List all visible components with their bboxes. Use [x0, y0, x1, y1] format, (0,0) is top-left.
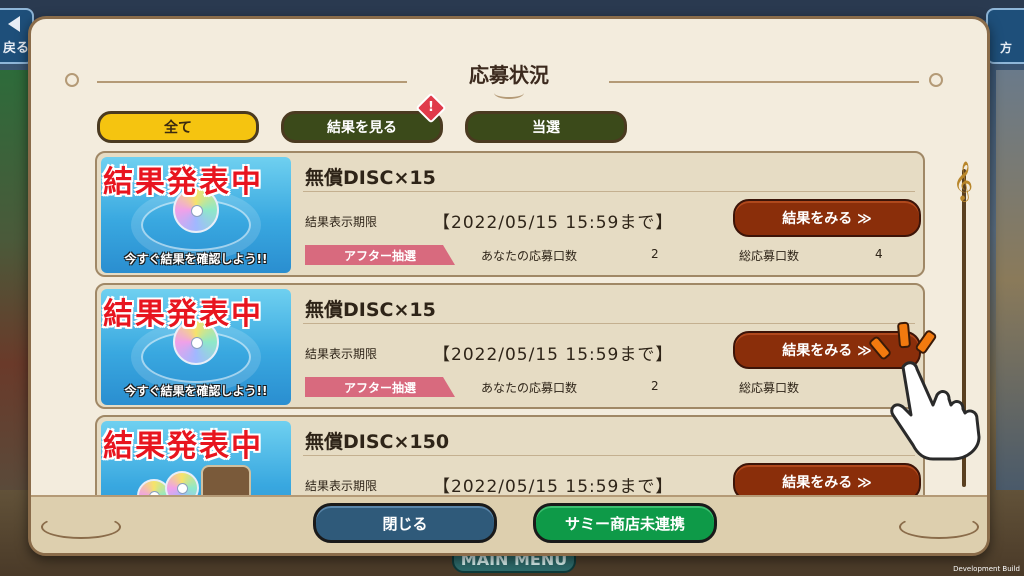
entry-card: 結果発表中 無償DISC×150 結果表示期限 【2022/05/15 15:5… [95, 415, 925, 495]
period-value: 【2022/05/15 15:59まで】 [433, 213, 674, 233]
alert-mark: ! [428, 100, 434, 115]
entry-thumbnail: 結果発表中 [101, 421, 291, 495]
entry-name: 無償DISC×150 [305, 431, 450, 453]
footer-curl-right-icon [899, 515, 979, 539]
title-row: 応募状況 [31, 59, 987, 99]
side-menu-button[interactable]: 方 [986, 8, 1024, 64]
tap-hand-icon [869, 321, 981, 461]
divider [303, 455, 915, 456]
dialog-title: 応募状況 [469, 63, 549, 87]
period-value: 【2022/05/15 15:59まで】 [433, 477, 674, 495]
entry-status-dialog: 応募状況 全て 結果を見る ! 当選 結果発表中 今すぐ結果を確認しよう!! 無… [28, 16, 990, 556]
entry-thumbnail: 結果発表中 今すぐ結果を確認しよう!! [101, 289, 291, 405]
total-entries-value: 4 [875, 247, 883, 261]
entry-card: 結果発表中 今すぐ結果を確認しよう!! 無償DISC×15 結果表示期限 【20… [95, 151, 925, 277]
disc-icon [165, 471, 199, 495]
treble-clef-icon[interactable]: 𝄞 [947, 159, 979, 203]
close-button[interactable]: 閉じる [313, 503, 497, 543]
your-entries-label: あなたの応募口数 [481, 381, 578, 395]
your-entries-value: 2 [651, 247, 659, 261]
announce-banner: 結果発表中 [103, 429, 263, 464]
side-menu-label: 方 [999, 41, 1012, 55]
title-ornament-icon [494, 87, 524, 99]
period-label: 結果表示期限 [305, 479, 378, 493]
total-entries-label: 総応募口数 [739, 381, 800, 395]
thumbnail-caption: 今すぐ結果を確認しよう!! [124, 384, 268, 398]
divider [303, 323, 915, 324]
tab-all[interactable]: 全て [97, 111, 259, 143]
back-label: 戻る [2, 41, 29, 56]
footer-curl-left-icon [41, 515, 121, 539]
view-result-button[interactable]: 結果をみる ≫ [733, 199, 921, 237]
announce-banner: 結果発表中 [103, 165, 263, 200]
period-label: 結果表示期限 [305, 347, 378, 361]
period-value: 【2022/05/15 15:59まで】 [433, 345, 674, 365]
period-label: 結果表示期限 [305, 215, 378, 229]
treasure-chest-icon [201, 465, 251, 495]
back-arrow-icon [8, 16, 20, 32]
entry-card: 結果発表中 今すぐ結果を確認しよう!! 無償DISC×15 結果表示期限 【20… [95, 283, 925, 409]
your-entries-value: 2 [651, 379, 659, 393]
total-entries-label: 総応募口数 [739, 249, 800, 263]
lottery-tag: アフター抽選 [305, 377, 455, 397]
tab-won[interactable]: 当選 [465, 111, 627, 143]
sammy-shop-link-button[interactable]: サミー商店未連携 [533, 503, 717, 543]
lottery-tag: アフター抽選 [305, 245, 455, 265]
entry-thumbnail: 結果発表中 今すぐ結果を確認しよう!! [101, 157, 291, 273]
your-entries-label: あなたの応募口数 [481, 249, 578, 263]
tab-view-results[interactable]: 結果を見る [281, 111, 443, 143]
announce-banner: 結果発表中 [103, 297, 263, 332]
entry-list[interactable]: 結果発表中 今すぐ結果を確認しよう!! 無償DISC×15 結果表示期限 【20… [93, 151, 957, 495]
left-scenery [0, 70, 28, 490]
right-scenery [996, 70, 1024, 490]
view-result-button[interactable]: 結果をみる ≫ [733, 463, 921, 495]
dialog-footer [31, 495, 987, 553]
dev-build-label: Development Build [953, 565, 1020, 573]
entry-name: 無償DISC×15 [305, 167, 436, 189]
title-line-right [609, 81, 919, 83]
entry-name: 無償DISC×15 [305, 299, 436, 321]
title-flourish-right-icon [929, 73, 943, 87]
divider [303, 191, 915, 192]
thumbnail-caption: 今すぐ結果を確認しよう!! [124, 252, 268, 266]
